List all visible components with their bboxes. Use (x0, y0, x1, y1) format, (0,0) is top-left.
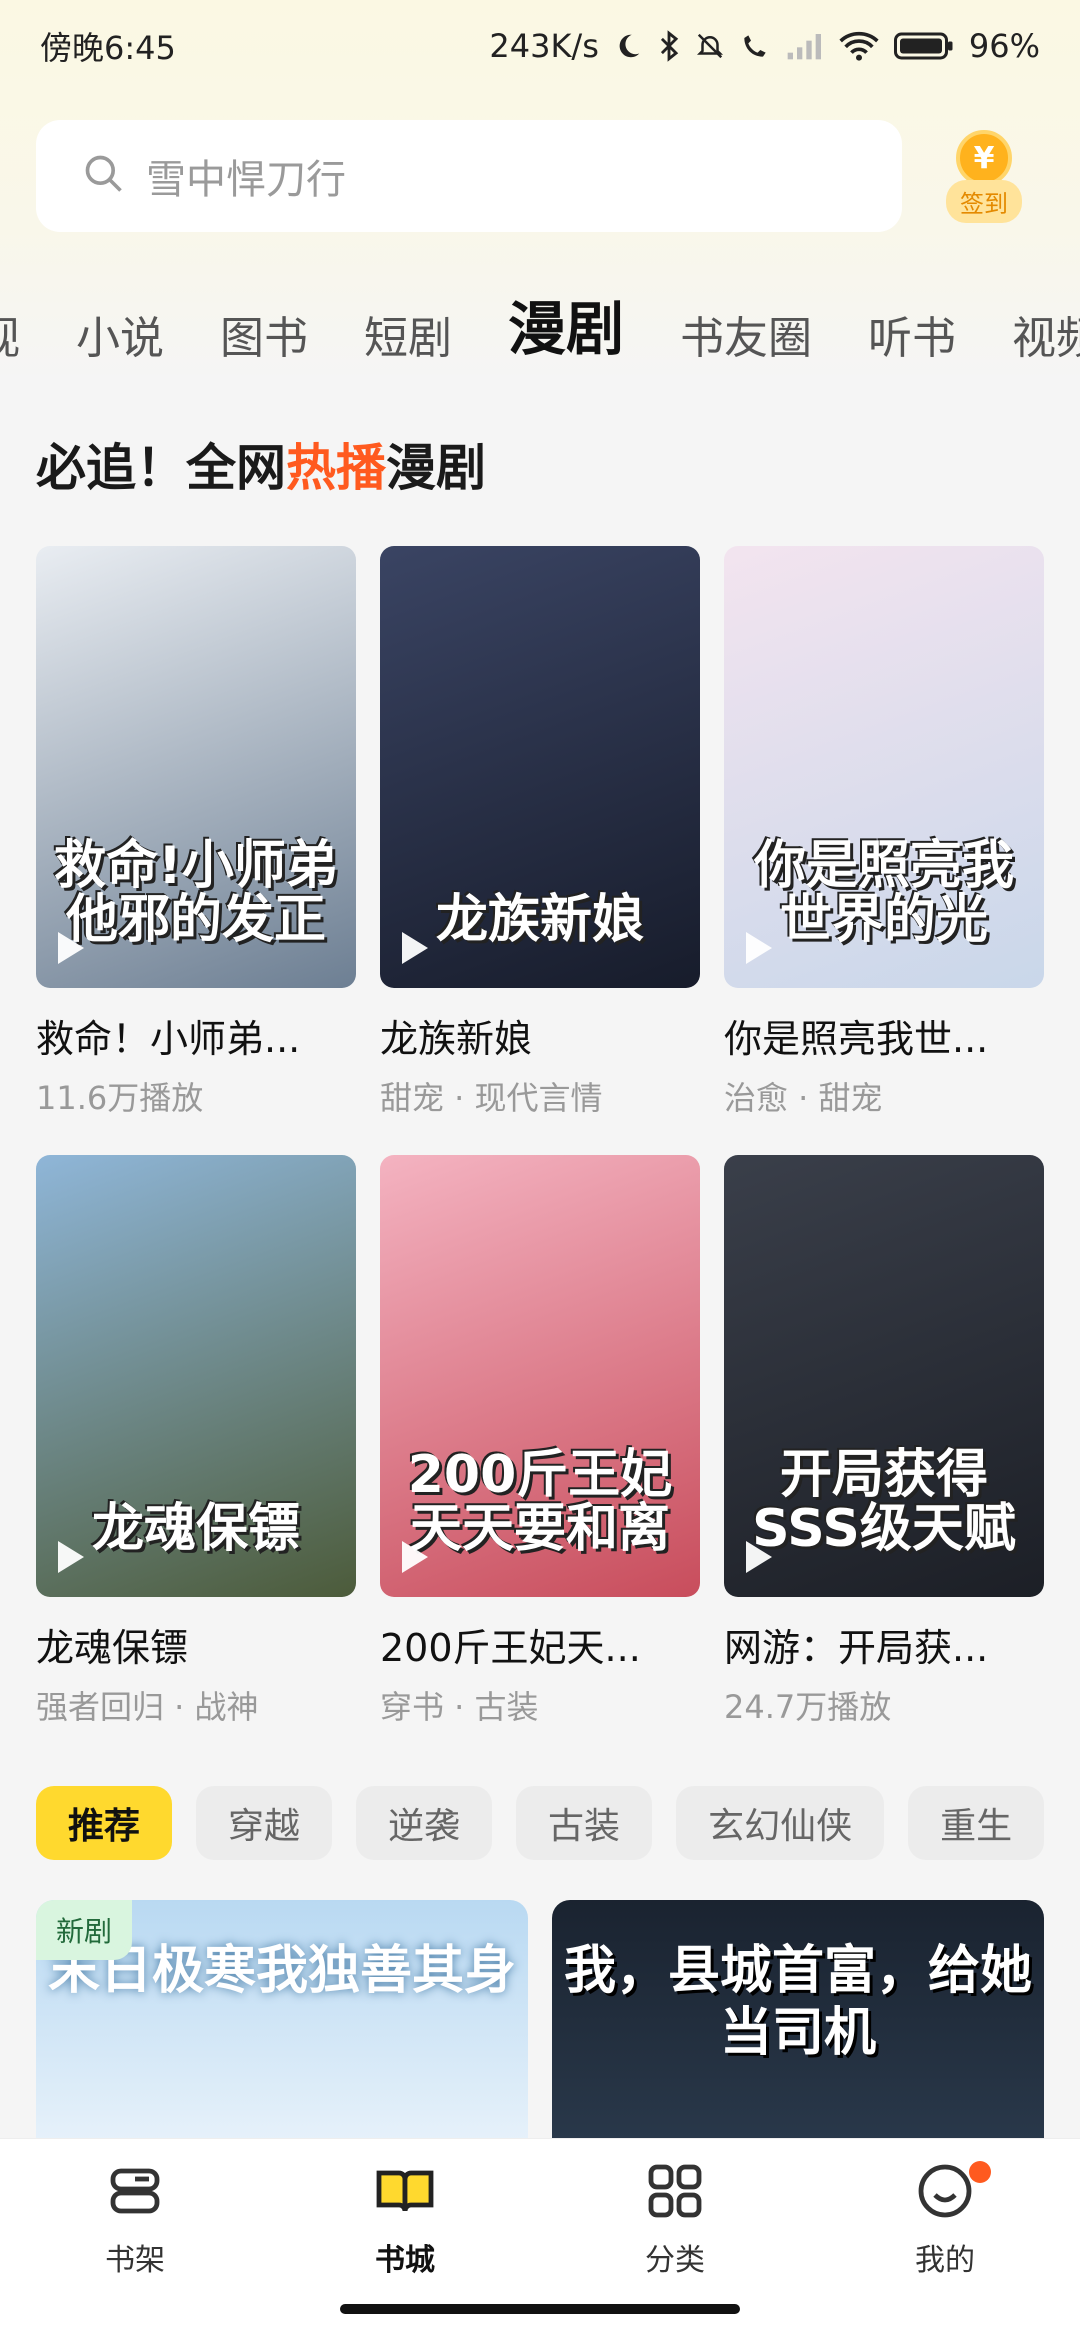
drama-title: 救命！小师弟... (36, 1017, 301, 1061)
nav-label: 分类 (645, 2243, 705, 2278)
category-tabs: 视 小说 图书 短剧 漫剧 书友圈 听书 视频 (0, 276, 1080, 372)
tab-audiobooks[interactable]: 听书 (868, 302, 956, 366)
book-open-icon (373, 2159, 437, 2227)
tab-books[interactable]: 图书 (220, 302, 308, 366)
battery-percent: 96% (968, 27, 1040, 65)
play-icon (58, 1541, 84, 1573)
chip-rebirth[interactable]: 重生 (908, 1786, 1045, 1860)
chip-fantasy[interactable]: 玄幻仙侠 (676, 1786, 885, 1860)
feature-title: 我，县城首富，给她当司机 (563, 1941, 1032, 2064)
wifi-icon (839, 31, 879, 61)
drama-title: 你是照亮我世... (724, 1017, 989, 1061)
new-badge: 新剧 (36, 1900, 133, 1960)
tab-video-partial[interactable]: 视 (0, 302, 20, 366)
cover-title-art: 你是照亮我世界的光 (753, 835, 1014, 951)
tab-novel[interactable]: 小说 (76, 302, 164, 366)
cover-title-art: 龙族新娘 (435, 890, 644, 951)
search-input[interactable]: 雪中悍刀行 (36, 120, 902, 232)
bookshelf-icon (103, 2159, 167, 2227)
tab-comic-drama[interactable]: 漫剧 (508, 282, 624, 366)
drama-meta: 甜宠 · 现代言情 (380, 1079, 603, 1117)
chip-time-travel[interactable]: 穿越 (196, 1786, 333, 1860)
cover-title-art: 救命!小师弟他邪的发正 (54, 835, 338, 951)
call-missed-icon (739, 30, 771, 62)
chip-costume[interactable]: 古装 (516, 1786, 653, 1860)
drama-cover: 龙族新娘 (380, 546, 700, 988)
drama-cover: 200斤王妃天天要和离 (380, 1155, 700, 1597)
drama-cover: 龙魂保镖 (36, 1155, 356, 1597)
status-time: 傍晚6:45 (40, 29, 176, 67)
drama-meta: 穿书 · 古装 (380, 1688, 539, 1726)
section-title-part1: 必追！全网 (36, 439, 286, 497)
drama-card[interactable]: 200斤王妃天天要和离 200斤王妃天... 穿书 · 古装 (380, 1155, 700, 1728)
play-icon (402, 1541, 428, 1573)
grid-icon (643, 2159, 707, 2227)
moon-icon (613, 31, 643, 61)
coin-icon: ¥ (956, 130, 1012, 186)
drama-cover: 你是照亮我世界的光 (724, 546, 1044, 988)
drama-grid: 救命!小师弟他邪的发正 救命！小师弟... 11.6万播放 龙族新娘 龙族新娘 … (36, 546, 1046, 1728)
nav-bookshelf[interactable]: 书架 (35, 2159, 235, 2279)
drama-cover: 救命!小师弟他邪的发正 (36, 546, 356, 988)
signal-icon (785, 31, 825, 61)
search-icon (82, 152, 126, 200)
drama-title: 网游：开局获... (724, 1626, 989, 1670)
drama-title: 龙族新娘 (380, 1017, 533, 1061)
tab-video[interactable]: 视频 (1012, 302, 1080, 366)
bluetooth-icon (657, 29, 681, 63)
drama-meta: 24.7万播放 (724, 1688, 892, 1726)
bell-off-icon (695, 30, 725, 62)
section-title: 必追！全网 热播 漫剧 (36, 428, 486, 500)
nav-label: 书城 (375, 2243, 435, 2278)
home-indicator (340, 2304, 740, 2314)
section-title-hot: 热播 (286, 439, 386, 497)
nav-bookstore[interactable]: 书城 (305, 2159, 505, 2279)
smile-face-icon (913, 2159, 977, 2227)
genre-chips: 推荐 穿越 逆袭 古装 玄幻仙侠 重生 (36, 1786, 1045, 1860)
drama-card[interactable]: 开局获得SSS级天赋 网游：开局获... 24.7万播放 (724, 1155, 1044, 1728)
drama-title: 200斤王妃天... (380, 1626, 641, 1670)
drama-card[interactable]: 龙族新娘 龙族新娘 甜宠 · 现代言情 (380, 546, 700, 1119)
cover-title-art: 龙魂保镖 (91, 1499, 300, 1560)
drama-title: 龙魂保镖 (36, 1626, 189, 1670)
status-bar: 傍晚6:45 243K/s 96% (0, 0, 1080, 92)
feature-card[interactable]: 我，县城首富，给她当司机 (552, 1900, 1044, 2140)
drama-meta: 治愈 · 甜宠 (724, 1079, 883, 1117)
tab-short-drama[interactable]: 短剧 (364, 302, 452, 366)
section-title-part2: 漫剧 (386, 439, 486, 497)
nav-label: 书架 (105, 2243, 165, 2278)
play-icon (746, 932, 772, 964)
cover-title-art: 开局获得SSS级天赋 (752, 1444, 1016, 1560)
nav-profile[interactable]: 我的 (845, 2159, 1045, 2279)
play-icon (746, 1541, 772, 1573)
nav-categories[interactable]: 分类 (575, 2159, 775, 2279)
search-placeholder: 雪中悍刀行 (146, 157, 346, 203)
nav-label: 我的 (915, 2243, 975, 2278)
signin-button[interactable]: ¥ 签到 (936, 130, 1032, 230)
drama-meta: 11.6万播放 (36, 1079, 204, 1117)
drama-meta: 强者回归 · 战神 (36, 1688, 259, 1726)
drama-card[interactable]: 救命!小师弟他邪的发正 救命！小师弟... 11.6万播放 (36, 546, 356, 1119)
tab-book-friends[interactable]: 书友圈 (680, 302, 812, 366)
play-icon (58, 932, 84, 964)
chip-recommended[interactable]: 推荐 (36, 1786, 173, 1860)
signin-label: 签到 (946, 180, 1022, 223)
drama-card[interactable]: 你是照亮我世界的光 你是照亮我世... 治愈 · 甜宠 (724, 546, 1044, 1119)
play-icon (402, 932, 428, 964)
chip-comeback[interactable]: 逆袭 (356, 1786, 493, 1860)
status-icons: 243K/s 96% (489, 27, 1040, 65)
drama-card[interactable]: 龙魂保镖 龙魂保镖 强者回归 · 战神 (36, 1155, 356, 1728)
network-speed: 243K/s (489, 27, 599, 65)
battery-icon (893, 31, 955, 61)
notification-dot (969, 2161, 991, 2183)
drama-cover: 开局获得SSS级天赋 (724, 1155, 1044, 1597)
cover-title-art: 200斤王妃天天要和离 (407, 1444, 673, 1560)
